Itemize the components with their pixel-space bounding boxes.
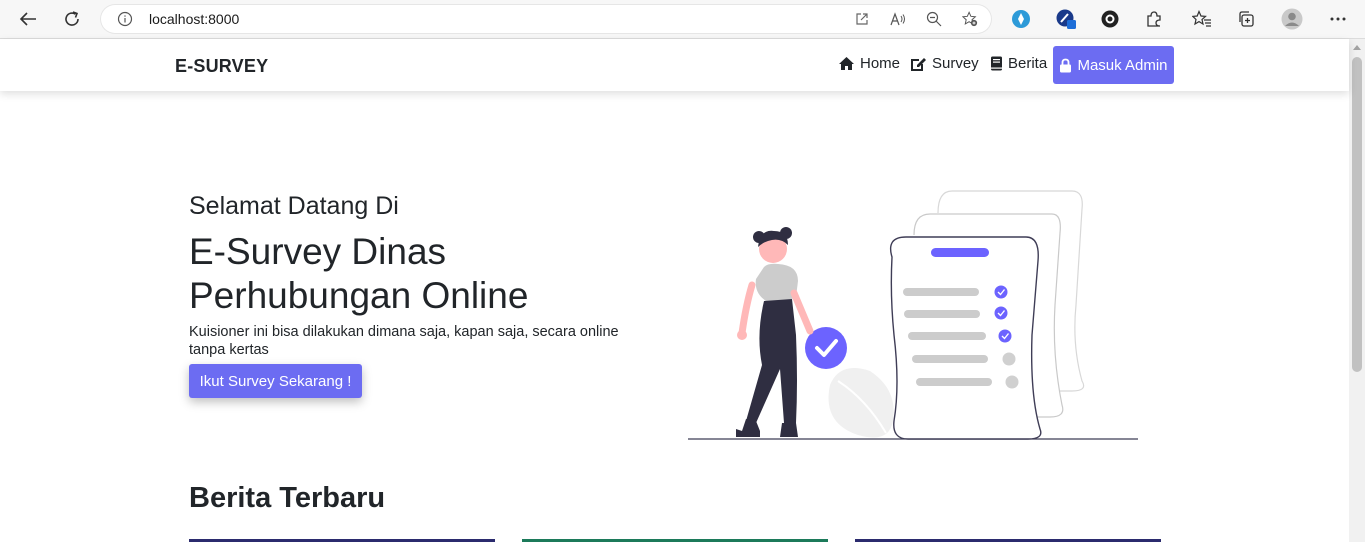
- edit-icon: [911, 58, 926, 71]
- page-scrollbar[interactable]: [1349, 39, 1365, 542]
- nav-home[interactable]: Home: [838, 55, 900, 72]
- brand-logo[interactable]: E-SURVEY: [175, 56, 268, 77]
- news-heading: Berita Terbaru: [189, 482, 386, 514]
- site-navbar: E-SURVEY Home Survey Berita Masuk Admin: [0, 39, 1349, 91]
- hero-title: E-Survey Dinas Perhubungan Online: [189, 231, 529, 316]
- back-button[interactable]: [16, 7, 40, 31]
- scrollbar-thumb[interactable]: [1352, 57, 1362, 372]
- scroll-up-arrow-icon[interactable]: [1353, 45, 1361, 50]
- collections-button[interactable]: [1234, 7, 1258, 31]
- extension-pen-icon: [1056, 9, 1076, 29]
- extension-button-1[interactable]: [1009, 7, 1033, 31]
- nav-survey[interactable]: Survey: [910, 55, 979, 72]
- home-icon: [839, 57, 854, 70]
- hero-subtitle: Selamat Datang Di: [189, 192, 399, 220]
- puzzle-icon: [1147, 11, 1161, 27]
- login-admin-label: Masuk Admin: [1077, 56, 1168, 74]
- reload-button[interactable]: [60, 7, 84, 31]
- favorites-icon: [1192, 10, 1211, 27]
- collections-icon: [1239, 11, 1254, 27]
- extensions-button[interactable]: [1142, 7, 1166, 31]
- nav-home-label: Home: [860, 55, 901, 72]
- profile-button[interactable]: [1280, 7, 1304, 31]
- hero-description-text: Kuisioner ini bisa dilakukan dimana saja…: [189, 324, 619, 358]
- avatar-icon: [1281, 8, 1303, 30]
- more-button[interactable]: [1326, 7, 1350, 31]
- browser-toolbar: localhost:8000: [0, 0, 1365, 39]
- extension-button-3[interactable]: [1098, 7, 1122, 31]
- favorites-button[interactable]: [1190, 7, 1214, 31]
- nav-berita[interactable]: Berita: [990, 55, 1047, 72]
- login-admin-button[interactable]: Masuk Admin: [1053, 46, 1174, 84]
- extension-button-2[interactable]: [1054, 7, 1078, 31]
- extension-drop-icon: [1012, 10, 1030, 28]
- nav-survey-label: Survey: [932, 55, 979, 72]
- start-survey-button[interactable]: Ikut Survey Sekarang !: [189, 364, 362, 398]
- book-icon: [991, 56, 1002, 71]
- read-aloud-icon[interactable]: [890, 11, 906, 27]
- address-bar[interactable]: localhost:8000: [100, 4, 992, 34]
- url-text[interactable]: localhost:8000: [149, 11, 239, 27]
- add-favorite-icon[interactable]: [962, 11, 978, 27]
- lock-icon: [1060, 58, 1072, 72]
- back-arrow-icon: [19, 12, 36, 26]
- survey-illustration: [688, 190, 1138, 440]
- open-app-icon[interactable]: [854, 11, 870, 27]
- info-icon[interactable]: [117, 11, 133, 27]
- hero-description: Kuisioner ini bisa dilakukan dimana saja…: [189, 323, 649, 359]
- zoom-icon[interactable]: [926, 11, 942, 27]
- more-dots-icon: [1330, 17, 1346, 21]
- extension-circle-icon: [1101, 10, 1119, 28]
- reload-icon: [65, 11, 79, 26]
- nav-berita-label: Berita: [1008, 55, 1048, 72]
